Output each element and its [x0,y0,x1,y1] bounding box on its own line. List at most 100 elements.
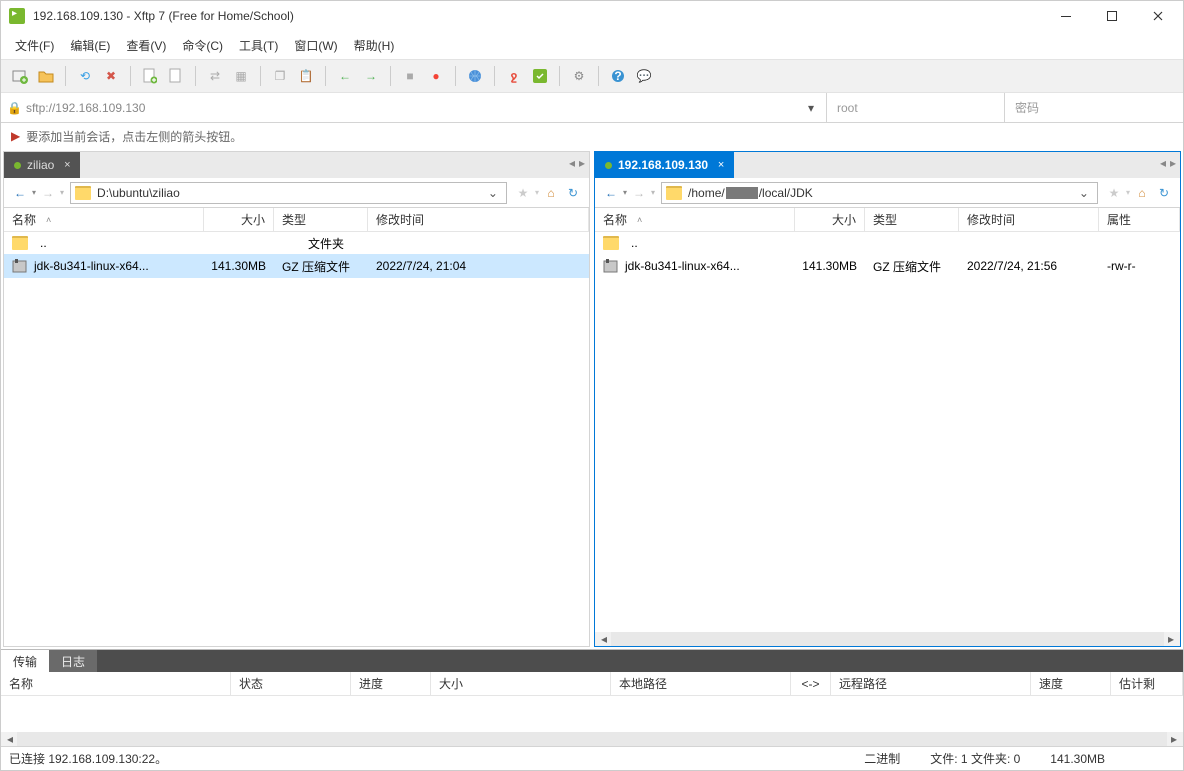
log-tab[interactable]: 日志 [49,650,97,672]
username-field[interactable]: root [827,93,1005,122]
status-binary: 二进制 [864,750,900,767]
file-row[interactable]: jdk-8u341-linux-x64... 141.30MB GZ 压缩文件 … [595,254,1180,278]
green-square-icon[interactable] [529,65,551,87]
menu-view[interactable]: 查看(V) [126,37,166,54]
minimize-button[interactable] [1043,1,1089,31]
back-button[interactable]: ← [10,183,30,203]
remote-navbar: ← ▾ → ▾ /home//local/JDK ⌄ ★ ▾ ⌂ ↻ [595,178,1180,208]
local-pane: ziliao × ◂ ▸ ← ▾ → ▾ D:\ubuntu\ziliao ⌄ … [3,151,590,647]
globe-icon[interactable] [464,65,486,87]
new-file-icon[interactable] [139,65,161,87]
tab-prev-icon[interactable]: ◂ [1160,156,1166,170]
parent-dir[interactable]: .. [595,232,1180,254]
h-scrollbar[interactable]: ◂ ▸ [595,632,1180,646]
remote-tab[interactable]: 192.168.109.130 × [595,152,734,178]
home-icon[interactable]: ⌂ [541,183,561,203]
local-file-list[interactable]: 名称˄ 大小 类型 修改时间 .. 文件夹 jdk-8u341-linux-x6… [4,208,589,646]
sync-left-icon[interactable]: ⇄ [204,65,226,87]
tcol-name[interactable]: 名称 [1,672,231,695]
refresh-icon[interactable]: ↻ [1154,183,1174,203]
path-dropdown-icon[interactable]: ⌄ [484,186,502,200]
status-size: 141.30MB [1050,752,1105,766]
disconnect-icon[interactable]: ✖ [100,65,122,87]
tcol-speed[interactable]: 速度 [1031,672,1111,695]
tab-next-icon[interactable]: ▸ [579,156,585,170]
help-icon[interactable]: ? [607,65,629,87]
menubar: 文件(F) 编辑(E) 查看(V) 命令(C) 工具(T) 窗口(W) 帮助(H… [1,31,1183,59]
bookmark-icon[interactable]: ★ [1104,183,1124,203]
menu-tools[interactable]: 工具(T) [239,37,278,54]
toolbar: ⟲ ✖ ⇄ ▦ ❐ 📋 ← → ■ ● ջ ⚙ ? 💬 [1,59,1183,93]
scroll-left-icon[interactable]: ◂ [3,732,17,746]
paste-icon[interactable]: 📋 [295,65,317,87]
col-type[interactable]: 类型 [274,208,368,231]
col-name[interactable]: 名称˄ [595,208,795,231]
transfer-scrollbar[interactable]: ◂ ▸ [1,732,1183,746]
tcol-status[interactable]: 状态 [231,672,351,695]
menu-help[interactable]: 帮助(H) [354,37,395,54]
transfer-icon[interactable]: ▦ [230,65,252,87]
transfer-tab[interactable]: 传输 [1,650,49,672]
new-session-icon[interactable] [9,65,31,87]
reconnect-icon[interactable]: ⟲ [74,65,96,87]
archive-icon [603,258,619,274]
scroll-left-icon[interactable]: ◂ [597,632,611,646]
transfer-left-icon[interactable]: ← [334,65,356,87]
col-name[interactable]: 名称˄ [4,208,204,231]
scroll-right-icon[interactable]: ▸ [1167,732,1181,746]
copy-icon[interactable]: ❐ [269,65,291,87]
forward-button[interactable]: → [38,183,58,203]
open-icon[interactable] [35,65,57,87]
stop-icon[interactable]: ■ [399,65,421,87]
transfer-right-icon[interactable]: → [360,65,382,87]
menu-command[interactable]: 命令(C) [182,37,223,54]
lock-icon: 🔒 [7,101,22,115]
col-modified[interactable]: 修改时间 [368,208,589,231]
close-tab-icon[interactable]: × [60,158,74,172]
scroll-right-icon[interactable]: ▸ [1164,632,1178,646]
tcol-remotepath[interactable]: 远程路径 [831,672,1031,695]
bookmark-icon[interactable]: ★ [513,183,533,203]
path-dropdown-icon[interactable]: ⌄ [1075,186,1093,200]
hint-bar: ▶ 要添加当前会话，点击左侧的箭头按钮。 [1,123,1183,149]
address-bar[interactable]: 🔒 sftp://192.168.109.130 ▾ [1,93,827,122]
remote-file-list[interactable]: 名称˄ 大小 类型 修改时间 属性 .. jdk-8u341-linux-x64… [595,208,1180,646]
file-row[interactable]: jdk-8u341-linux-x64... 141.30MB GZ 压缩文件 … [4,254,589,278]
address-dropdown-icon[interactable]: ▾ [802,101,820,115]
forward-button[interactable]: → [629,183,649,203]
remote-pane: 192.168.109.130 × ◂ ▸ ← ▾ → ▾ /home//loc… [594,151,1181,647]
col-modified[interactable]: 修改时间 [959,208,1099,231]
close-button[interactable] [1135,1,1181,31]
remote-path-input[interactable]: /home//local/JDK ⌄ [661,182,1098,204]
chat-icon[interactable]: 💬 [633,65,655,87]
maximize-button[interactable] [1089,1,1135,31]
home-icon[interactable]: ⌂ [1132,183,1152,203]
col-type[interactable]: 类型 [865,208,959,231]
tcol-size[interactable]: 大小 [431,672,611,695]
parent-dir[interactable]: .. 文件夹 [4,232,589,254]
cancel-icon[interactable]: ● [425,65,447,87]
menu-edit[interactable]: 编辑(E) [70,37,110,54]
tcol-arrow[interactable]: <-> [791,672,831,695]
settings-icon[interactable]: ⚙ [568,65,590,87]
folder-icon [75,186,91,200]
red-swirl-icon[interactable]: ջ [503,65,525,87]
col-attr[interactable]: 属性 [1099,208,1180,231]
close-tab-icon[interactable]: × [714,158,728,172]
local-tab[interactable]: ziliao × [4,152,80,178]
tcol-localpath[interactable]: 本地路径 [611,672,791,695]
tab-next-icon[interactable]: ▸ [1170,156,1176,170]
tcol-progress[interactable]: 进度 [351,672,431,695]
password-field[interactable]: 密码 [1005,93,1183,122]
folder-icon [603,236,619,250]
refresh-icon[interactable]: ↻ [563,183,583,203]
menu-file[interactable]: 文件(F) [15,37,54,54]
local-path-input[interactable]: D:\ubuntu\ziliao ⌄ [70,182,507,204]
tab-prev-icon[interactable]: ◂ [569,156,575,170]
properties-icon[interactable] [165,65,187,87]
col-size[interactable]: 大小 [204,208,274,231]
menu-window[interactable]: 窗口(W) [294,37,337,54]
back-button[interactable]: ← [601,183,621,203]
tcol-eta[interactable]: 估计剩 [1111,672,1183,695]
col-size[interactable]: 大小 [795,208,865,231]
